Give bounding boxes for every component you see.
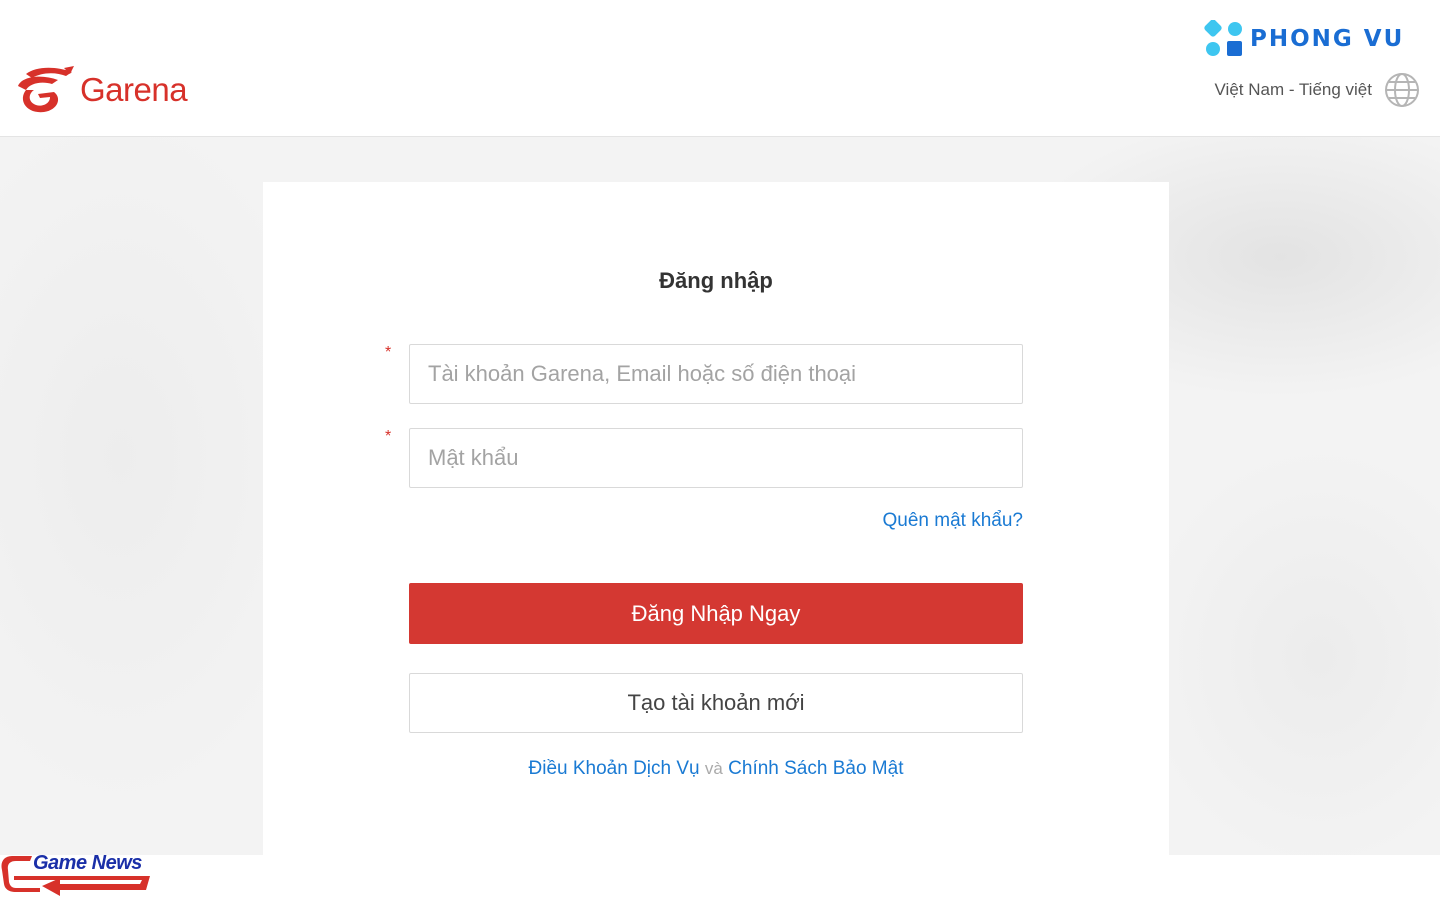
gamenews-wordmark: Game News bbox=[33, 852, 142, 874]
bottom-strip bbox=[0, 855, 1440, 900]
phongvu-logo: PHONG VU bbox=[1204, 20, 1404, 58]
password-input[interactable] bbox=[409, 428, 1023, 488]
top-header: Garena PHONG VU Việt Nam - Tiếng việt bbox=[0, 0, 1440, 137]
login-button[interactable]: Đăng Nhập Ngay bbox=[409, 583, 1023, 644]
garena-logo[interactable]: Garena bbox=[12, 64, 188, 116]
account-input[interactable] bbox=[409, 344, 1023, 404]
terms-line: Điều Khoản Dịch Vụ và Chính Sách Bảo Mật bbox=[263, 758, 1169, 780]
password-field-group: * bbox=[385, 428, 1023, 488]
forgot-password-link[interactable]: Quên mật khẩu? bbox=[883, 510, 1023, 532]
required-marker: * bbox=[385, 344, 392, 361]
login-card: Đăng nhập * * Quên mật khẩu? Đăng Nhập N… bbox=[263, 182, 1169, 855]
garena-logo-icon bbox=[18, 66, 74, 113]
create-account-button[interactable]: Tạo tài khoản mới bbox=[409, 673, 1023, 733]
globe-icon[interactable] bbox=[1384, 72, 1420, 108]
page-title: Đăng nhập bbox=[659, 268, 773, 293]
language-selector[interactable]: Việt Nam - Tiếng việt bbox=[1215, 72, 1420, 108]
terms-of-service-link[interactable]: Điều Khoản Dịch Vụ bbox=[529, 758, 700, 779]
language-label: Việt Nam - Tiếng việt bbox=[1214, 80, 1372, 99]
phongvu-wordmark: PHONG VU bbox=[1250, 26, 1405, 52]
and-text: và bbox=[704, 759, 723, 778]
phongvu-logo-icon bbox=[1204, 20, 1242, 56]
required-marker: * bbox=[385, 428, 392, 445]
garena-wordmark: Garena bbox=[80, 71, 188, 108]
account-field-group: * bbox=[385, 344, 1023, 404]
privacy-policy-link[interactable]: Chính Sách Bảo Mật bbox=[728, 758, 903, 779]
gamenews-watermark: Game News bbox=[0, 850, 160, 905]
